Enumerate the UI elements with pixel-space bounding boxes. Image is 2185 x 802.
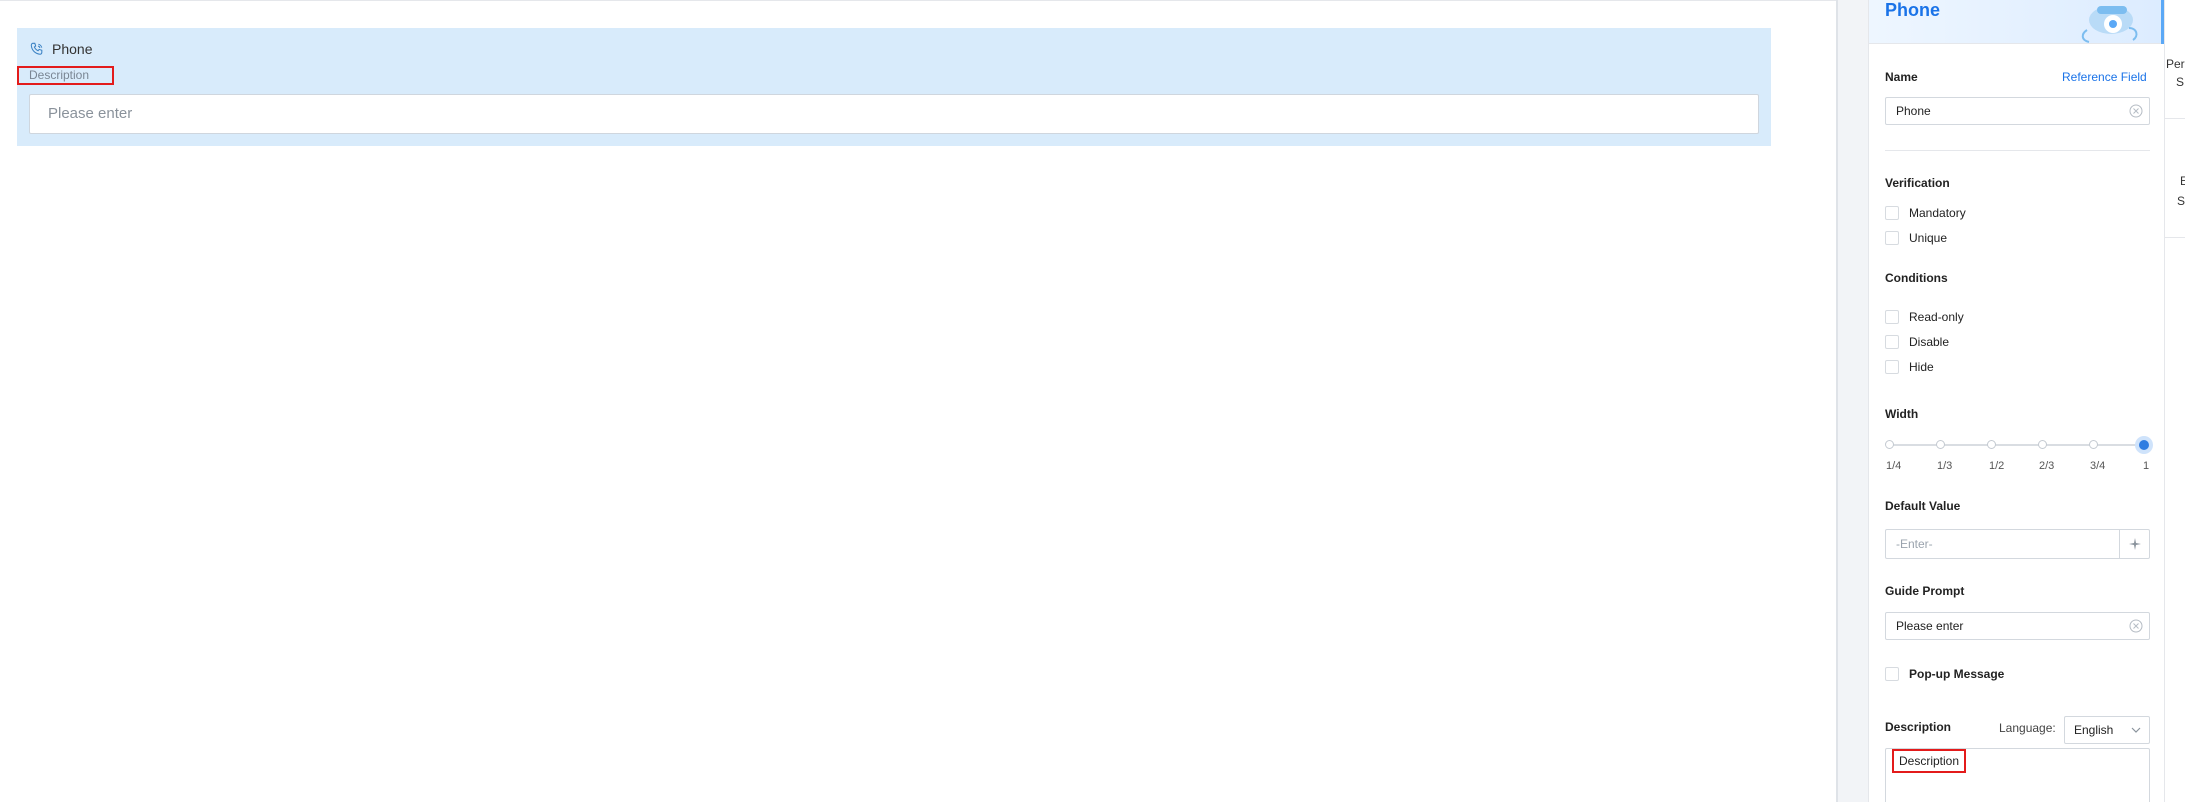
width-slider[interactable] xyxy=(1885,436,2153,454)
slider-stop[interactable] xyxy=(2089,440,2098,449)
telephone-illustration-icon xyxy=(2081,6,2138,43)
guide-prompt-label: Guide Prompt xyxy=(1885,584,1965,598)
checkbox-box[interactable] xyxy=(1885,667,1899,681)
side-tab-text[interactable]: E xyxy=(2180,174,2185,188)
checkbox-box[interactable] xyxy=(1885,360,1899,374)
width-label: Width xyxy=(1885,407,1919,421)
panel-title: Phone xyxy=(1885,0,1941,20)
side-tab-text[interactable]: S xyxy=(2176,75,2184,89)
app-root: Phone Description Please enter Phone Nam… xyxy=(0,0,2185,802)
guide-prompt-value: Please enter xyxy=(1896,619,1964,633)
popup-message-label: Pop-up Message xyxy=(1909,667,2005,681)
language-label: Language: xyxy=(1999,721,2056,735)
slider-stop[interactable] xyxy=(1885,440,1894,449)
default-value-input[interactable]: -Enter- xyxy=(1885,529,2150,559)
hide-checkbox[interactable]: Hide xyxy=(1885,360,1934,374)
slider-stop[interactable] xyxy=(1936,440,1945,449)
language-select[interactable]: English xyxy=(2064,716,2150,744)
field-title: Phone xyxy=(30,41,92,57)
unique-label: Unique xyxy=(1909,231,1948,245)
description-textarea[interactable]: Description xyxy=(1885,748,2150,802)
name-label: Name xyxy=(1885,70,1918,84)
phone-icon xyxy=(30,42,43,55)
guide-prompt-input[interactable]: Please enter xyxy=(1885,612,2150,640)
field-title-label: Phone xyxy=(52,41,93,57)
hide-label: Hide xyxy=(1909,360,1934,374)
phone-input[interactable]: Please enter xyxy=(29,94,1759,134)
slider-stop[interactable] xyxy=(2038,440,2047,449)
default-value-label: Default Value xyxy=(1885,499,1961,513)
property-panel: Phone Name Reference Field Phone Verific… xyxy=(1868,0,2165,802)
slider-stop[interactable] xyxy=(1987,440,1996,449)
clear-icon[interactable] xyxy=(2129,104,2143,118)
read-only-label: Read-only xyxy=(1909,310,1964,324)
formula-button[interactable] xyxy=(2119,530,2149,558)
slider-thumb[interactable] xyxy=(2135,436,2153,454)
mandatory-label: Mandatory xyxy=(1909,206,1966,220)
divider xyxy=(2165,118,2185,119)
read-only-checkbox[interactable]: Read-only xyxy=(1885,310,1964,324)
width-tick: 3/4 xyxy=(2090,460,2106,472)
language-value: English xyxy=(2074,723,2114,737)
unique-checkbox[interactable]: Unique xyxy=(1885,231,1947,245)
popup-message-checkbox[interactable]: Pop-up Message xyxy=(1885,667,2004,681)
phone-field-card[interactable]: Phone Description Please enter xyxy=(17,28,1771,146)
checkbox-box[interactable] xyxy=(1885,310,1899,324)
panel-gutter xyxy=(1838,0,1868,802)
chevron-down-icon xyxy=(2131,727,2141,733)
divider xyxy=(2165,237,2185,238)
field-description: Description xyxy=(17,66,114,85)
checkbox-box[interactable] xyxy=(1885,231,1899,245)
description-value: Description xyxy=(1892,749,1967,773)
description-label: Description xyxy=(1885,720,1952,734)
width-tick: 1/2 xyxy=(1989,460,2005,472)
panel-header: Phone xyxy=(1869,0,2165,44)
name-input[interactable]: Phone xyxy=(1885,97,2150,125)
side-tab-text[interactable]: Per xyxy=(2166,57,2185,71)
divider xyxy=(1885,150,2150,151)
side-tabs: Per S E S xyxy=(2164,0,2185,802)
mandatory-checkbox[interactable]: Mandatory xyxy=(1885,206,1966,220)
disable-label: Disable xyxy=(1909,335,1950,349)
width-tick: 2/3 xyxy=(2039,460,2055,472)
width-tick: 1/3 xyxy=(1937,460,1953,472)
checkbox-box[interactable] xyxy=(1885,335,1899,349)
name-input-value: Phone xyxy=(1896,104,1931,118)
conditions-label: Conditions xyxy=(1885,271,1948,285)
default-value-placeholder: -Enter- xyxy=(1896,537,1933,551)
reference-field-link[interactable]: Reference Field xyxy=(2062,70,2147,84)
verification-label: Verification xyxy=(1885,176,1950,190)
clear-icon[interactable] xyxy=(2129,619,2143,633)
form-canvas: Phone Description Please enter xyxy=(0,0,1838,802)
checkbox-box[interactable] xyxy=(1885,206,1899,220)
sparkle-icon xyxy=(2128,538,2141,550)
width-tick: 1 xyxy=(2143,460,2150,472)
side-tab-text[interactable]: S xyxy=(2177,194,2185,208)
disable-checkbox[interactable]: Disable xyxy=(1885,335,1949,349)
width-tick: 1/4 xyxy=(1886,460,1902,472)
